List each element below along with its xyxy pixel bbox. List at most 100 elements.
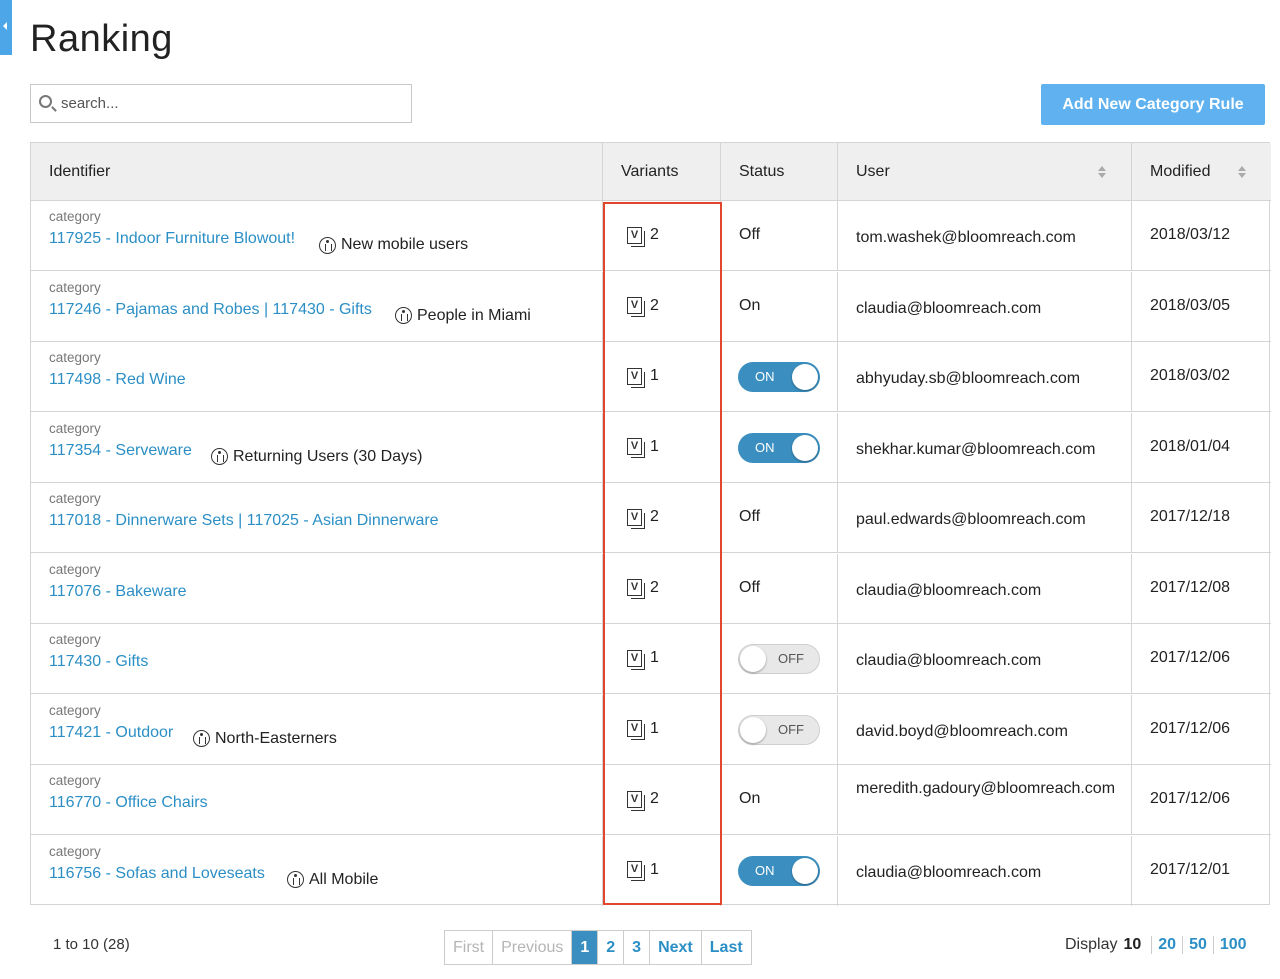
rule-identifier-link[interactable]: 116756 - Sofas and Loveseats <box>49 865 265 883</box>
user-email: tom.washek@bloomreach.com <box>856 229 1076 246</box>
column-header-user[interactable]: User <box>838 143 1132 201</box>
segment-label: North-Easterners <box>215 729 337 747</box>
variants-cell: V1 <box>603 624 721 694</box>
variants-cell: V2 <box>603 483 721 553</box>
status-cell: On <box>721 271 838 342</box>
sort-icon[interactable] <box>1237 166 1247 179</box>
status-toggle[interactable]: OFF <box>738 644 820 674</box>
variant-icon: V <box>627 649 645 670</box>
rule-identifier-link[interactable]: 117076 - Bakeware <box>49 583 187 601</box>
user-email: claudia@bloomreach.com <box>856 652 1042 669</box>
add-new-category-rule-button[interactable]: Add New Category Rule <box>1041 84 1265 125</box>
variants-value: 1 <box>650 437 659 455</box>
rule-identifier-link[interactable]: 117430 - Gifts <box>49 653 148 671</box>
sort-icon[interactable] <box>1097 166 1107 179</box>
column-header-identifier: Identifier <box>31 143 603 201</box>
pager-page-1[interactable]: 1 <box>572 931 599 964</box>
variants-count: V2 <box>627 579 659 599</box>
user-email: meredith.gadoury@bloomreach.com <box>856 780 1116 797</box>
result-range: 1 to 10 (28) <box>53 936 130 953</box>
pager-first[interactable]: First <box>445 931 494 964</box>
toggle-knob <box>740 716 766 743</box>
status-text: Off <box>739 508 761 525</box>
search-icon <box>39 95 52 108</box>
rule-kind-label: category <box>49 632 101 647</box>
column-header-modified[interactable]: Modified <box>1132 143 1271 201</box>
segment-tag: North-Easterners <box>193 730 337 748</box>
rule-identifier-link[interactable]: 117498 - Red Wine <box>49 371 186 389</box>
search-input[interactable] <box>61 85 406 122</box>
modified-cell: 2017/12/01 <box>1132 836 1271 906</box>
variants-count: V2 <box>627 508 659 529</box>
column-header-status: Status <box>721 143 838 201</box>
variants-cell: V1 <box>603 835 721 906</box>
rule-identifier-link[interactable]: 117246 - Pajamas and Robes | 117430 - Gi… <box>49 301 372 319</box>
status-cell: Off <box>721 483 838 553</box>
status-toggle[interactable]: ON <box>738 432 820 463</box>
rule-identifier-link[interactable]: 116770 - Office Chairs <box>49 794 208 812</box>
modified-date: 2018/01/04 <box>1150 437 1231 455</box>
rule-identifier-link[interactable]: 117018 - Dinnerware Sets | 117025 - Asia… <box>49 512 439 530</box>
variants-count: V1 <box>627 649 659 670</box>
page-size-current: 10 <box>1123 936 1142 953</box>
segment-tag: Returning Users (30 Days) <box>211 448 422 466</box>
pager-page-2[interactable]: 2 <box>598 931 625 964</box>
page-size-option-100[interactable]: 100 <box>1212 936 1253 954</box>
rule-kind-label: category <box>49 420 101 436</box>
page-size-option-50[interactable]: 50 <box>1182 936 1213 954</box>
rule-identifier-link[interactable]: 117925 - Indoor Furniture Blowout! <box>49 230 295 248</box>
segment-tag: New mobile users <box>319 236 468 254</box>
table-row: category 117018 - Dinnerware Sets | 11702… <box>31 483 1271 553</box>
table-row: category 117076 - Bakeware V 2 Off claudia@bl… <box>31 553 1271 624</box>
toggle-knob <box>792 434 818 461</box>
table-header: Identifier Variants Status User Modified <box>31 143 1271 201</box>
search-box <box>30 84 412 123</box>
segment-icon <box>319 236 336 254</box>
modified-cell: 2017/12/06 <box>1132 765 1271 835</box>
modified-cell: 2018/03/12 <box>1132 201 1271 271</box>
pager-last[interactable]: Last <box>702 931 751 964</box>
toggle-label: OFF <box>778 651 804 666</box>
status-toggle[interactable]: OFF <box>738 714 820 745</box>
toggle-knob <box>740 646 766 672</box>
status-cell: ON <box>721 412 838 483</box>
variant-icon: V <box>627 720 645 740</box>
variants-count: V1 <box>627 437 659 458</box>
variants-cell: V1 <box>603 412 721 483</box>
toggle-label: OFF <box>778 721 804 737</box>
user-cell: claudia@bloomreach.com <box>838 835 1132 906</box>
page-size-option-20[interactable]: 20 <box>1151 936 1182 954</box>
page-title: Ranking <box>30 18 173 60</box>
segment-tag: All Mobile <box>287 871 378 889</box>
pagination: First Previous 1 2 3 Next Last <box>444 930 752 965</box>
status-cell: Off <box>721 553 838 624</box>
variant-icon: V <box>627 861 645 881</box>
variants-cell: V1 <box>603 342 721 412</box>
variants-value: 1 <box>650 860 659 878</box>
segment-icon <box>211 448 228 465</box>
variants-count: V1 <box>627 720 659 740</box>
pager-next[interactable]: Next <box>650 931 702 964</box>
variants-count: V1 <box>627 367 659 388</box>
modified-cell: 2017/12/18 <box>1132 483 1271 553</box>
status-cell: On <box>721 765 838 835</box>
modified-date: 2017/12/01 <box>1150 860 1231 878</box>
status-toggle[interactable]: ON <box>738 855 820 886</box>
toggle-label: ON <box>755 862 775 878</box>
status-toggle[interactable]: ON <box>738 362 820 392</box>
display-label: Display <box>1065 936 1118 953</box>
column-label: Status <box>739 163 785 180</box>
variants-value: 1 <box>650 649 659 666</box>
identifier-cell: category 117925 - Indoor Furniture Blowou… <box>31 201 603 271</box>
rule-kind-label: category <box>49 350 101 365</box>
pager-previous[interactable]: Previous <box>493 931 573 964</box>
identifier-cell: category 117076 - Bakeware <box>31 553 603 624</box>
rule-identifier-link[interactable]: 117421 - Outdoor <box>49 724 173 742</box>
user-cell: abhyuday.sb@bloomreach.com <box>838 342 1132 412</box>
identifier-cell: category 117421 - Outdoor North-Easterners <box>31 694 603 765</box>
pager-page-3[interactable]: 3 <box>624 931 651 964</box>
rule-identifier-link[interactable]: 117354 - Serveware <box>49 442 192 460</box>
segment-label: New mobile users <box>341 236 469 253</box>
sidebar-collapse-tab[interactable] <box>0 0 12 55</box>
status-text: On <box>739 790 761 807</box>
